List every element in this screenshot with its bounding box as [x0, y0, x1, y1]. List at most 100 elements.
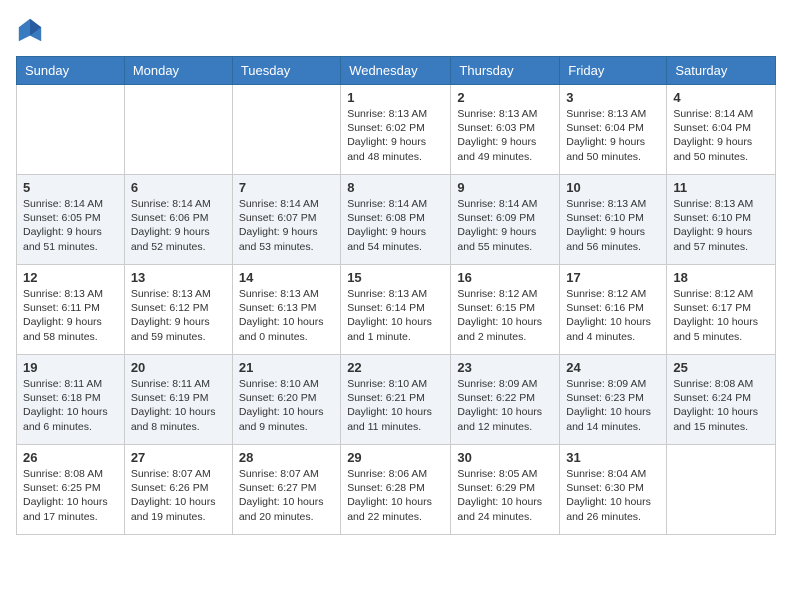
calendar-cell: 30 Sunrise: 8:05 AM Sunset: 6:29 PM Dayli… — [451, 445, 560, 535]
day-info: Sunrise: 8:13 AM Sunset: 6:12 PM Dayligh… — [131, 287, 226, 344]
day-info: Sunrise: 8:13 AM Sunset: 6:10 PM Dayligh… — [566, 197, 660, 254]
day-number: 3 — [566, 90, 660, 105]
day-number: 13 — [131, 270, 226, 285]
day-info: Sunrise: 8:05 AM Sunset: 6:29 PM Dayligh… — [457, 467, 553, 524]
day-number: 16 — [457, 270, 553, 285]
day-info: Sunrise: 8:11 AM Sunset: 6:18 PM Dayligh… — [23, 377, 118, 434]
calendar-cell: 24 Sunrise: 8:09 AM Sunset: 6:23 PM Dayli… — [560, 355, 667, 445]
logo — [16, 16, 48, 44]
day-info: Sunrise: 8:08 AM Sunset: 6:25 PM Dayligh… — [23, 467, 118, 524]
calendar-week-row: 5 Sunrise: 8:14 AM Sunset: 6:05 PM Daylig… — [17, 175, 776, 265]
day-number: 28 — [239, 450, 334, 465]
calendar-cell: 31 Sunrise: 8:04 AM Sunset: 6:30 PM Dayli… — [560, 445, 667, 535]
calendar-cell: 19 Sunrise: 8:11 AM Sunset: 6:18 PM Dayli… — [17, 355, 125, 445]
calendar-cell: 20 Sunrise: 8:11 AM Sunset: 6:19 PM Dayli… — [124, 355, 232, 445]
calendar-cell: 27Sunrise: 8:07 AM Sunset: 6:26 PM Dayli… — [124, 445, 232, 535]
day-info: Sunrise: 8:12 AM Sunset: 6:17 PM Dayligh… — [673, 287, 769, 344]
day-number: 30 — [457, 450, 553, 465]
day-number: 24 — [566, 360, 660, 375]
calendar-day-header: Monday — [124, 57, 232, 85]
day-number: 11 — [673, 180, 769, 195]
calendar-cell: 10 Sunrise: 8:13 AM Sunset: 6:10 PM Dayli… — [560, 175, 667, 265]
calendar-cell: 25 Sunrise: 8:08 AM Sunset: 6:24 PM Dayli… — [667, 355, 776, 445]
calendar-week-row: 1 Sunrise: 8:13 AM Sunset: 6:02 PM Daylig… — [17, 85, 776, 175]
day-number: 23 — [457, 360, 553, 375]
day-number: 5 — [23, 180, 118, 195]
day-info: Sunrise: 8:09 AM Sunset: 6:22 PM Dayligh… — [457, 377, 553, 434]
calendar-cell: 2Sunrise: 8:13 AM Sunset: 6:03 PM Daylig… — [451, 85, 560, 175]
calendar-cell: 7 Sunrise: 8:14 AM Sunset: 6:07 PM Daylig… — [232, 175, 340, 265]
calendar-cell: 29 Sunrise: 8:06 AM Sunset: 6:28 PM Dayli… — [341, 445, 451, 535]
day-info: Sunrise: 8:08 AM Sunset: 6:24 PM Dayligh… — [673, 377, 769, 434]
day-info: Sunrise: 8:04 AM Sunset: 6:30 PM Dayligh… — [566, 467, 660, 524]
calendar-cell: 3 Sunrise: 8:13 AM Sunset: 6:04 PM Daylig… — [560, 85, 667, 175]
day-number: 29 — [347, 450, 444, 465]
calendar-cell: 5 Sunrise: 8:14 AM Sunset: 6:05 PM Daylig… — [17, 175, 125, 265]
day-number: 19 — [23, 360, 118, 375]
calendar-cell: 28 Sunrise: 8:07 AM Sunset: 6:27 PM Dayli… — [232, 445, 340, 535]
calendar-cell: 18 Sunrise: 8:12 AM Sunset: 6:17 PM Dayli… — [667, 265, 776, 355]
calendar-cell: 9 Sunrise: 8:14 AM Sunset: 6:09 PM Daylig… — [451, 175, 560, 265]
day-info: Sunrise: 8:10 AM Sunset: 6:21 PM Dayligh… — [347, 377, 444, 434]
calendar-cell: 13 Sunrise: 8:13 AM Sunset: 6:12 PM Dayli… — [124, 265, 232, 355]
calendar-cell: 17 Sunrise: 8:12 AM Sunset: 6:16 PM Dayli… — [560, 265, 667, 355]
day-info: Sunrise: 8:11 AM Sunset: 6:19 PM Dayligh… — [131, 377, 226, 434]
day-number: 8 — [347, 180, 444, 195]
day-info: Sunrise: 8:14 AM Sunset: 6:05 PM Dayligh… — [23, 197, 118, 254]
day-info: Sunrise: 8:14 AM Sunset: 6:04 PM Dayligh… — [673, 107, 769, 164]
day-number: 14 — [239, 270, 334, 285]
day-number: 6 — [131, 180, 226, 195]
day-info: Sunrise: 8:13 AM Sunset: 6:04 PM Dayligh… — [566, 107, 660, 164]
day-number: 17 — [566, 270, 660, 285]
calendar-day-header: Sunday — [17, 57, 125, 85]
calendar-cell — [124, 85, 232, 175]
day-info: Sunrise: 8:13 AM Sunset: 6:13 PM Dayligh… — [239, 287, 334, 344]
day-info: Sunrise: 8:14 AM Sunset: 6:08 PM Dayligh… — [347, 197, 444, 254]
calendar-day-header: Friday — [560, 57, 667, 85]
calendar-day-header: Wednesday — [341, 57, 451, 85]
day-number: 31 — [566, 450, 660, 465]
calendar-cell: 22 Sunrise: 8:10 AM Sunset: 6:21 PM Dayli… — [341, 355, 451, 445]
calendar-cell: 12 Sunrise: 8:13 AM Sunset: 6:11 PM Dayli… — [17, 265, 125, 355]
calendar-cell: 26 Sunrise: 8:08 AM Sunset: 6:25 PM Dayli… — [17, 445, 125, 535]
day-number: 25 — [673, 360, 769, 375]
day-number: 9 — [457, 180, 553, 195]
calendar-cell: 4 Sunrise: 8:14 AM Sunset: 6:04 PM Daylig… — [667, 85, 776, 175]
day-info: Sunrise: 8:07 AM Sunset: 6:27 PM Dayligh… — [239, 467, 334, 524]
day-info: Sunrise: 8:12 AM Sunset: 6:16 PM Dayligh… — [566, 287, 660, 344]
day-number: 12 — [23, 270, 118, 285]
calendar-header-row: SundayMondayTuesdayWednesdayThursdayFrid… — [17, 57, 776, 85]
calendar-cell: 23 Sunrise: 8:09 AM Sunset: 6:22 PM Dayli… — [451, 355, 560, 445]
calendar-week-row: 26 Sunrise: 8:08 AM Sunset: 6:25 PM Dayli… — [17, 445, 776, 535]
calendar-cell: 1 Sunrise: 8:13 AM Sunset: 6:02 PM Daylig… — [341, 85, 451, 175]
calendar-week-row: 12 Sunrise: 8:13 AM Sunset: 6:11 PM Dayli… — [17, 265, 776, 355]
calendar-cell — [667, 445, 776, 535]
day-number: 20 — [131, 360, 226, 375]
calendar-day-header: Thursday — [451, 57, 560, 85]
calendar-day-header: Saturday — [667, 57, 776, 85]
day-number: 15 — [347, 270, 444, 285]
calendar-cell — [232, 85, 340, 175]
calendar-table: SundayMondayTuesdayWednesdayThursdayFrid… — [16, 56, 776, 535]
day-number: 2 — [457, 90, 553, 105]
day-info: Sunrise: 8:13 AM Sunset: 6:14 PM Dayligh… — [347, 287, 444, 344]
day-info: Sunrise: 8:07 AM Sunset: 6:26 PM Dayligh… — [131, 467, 226, 524]
day-info: Sunrise: 8:14 AM Sunset: 6:09 PM Dayligh… — [457, 197, 553, 254]
day-info: Sunrise: 8:09 AM Sunset: 6:23 PM Dayligh… — [566, 377, 660, 434]
day-info: Sunrise: 8:13 AM Sunset: 6:02 PM Dayligh… — [347, 107, 444, 164]
day-number: 1 — [347, 90, 444, 105]
day-number: 22 — [347, 360, 444, 375]
day-info: Sunrise: 8:06 AM Sunset: 6:28 PM Dayligh… — [347, 467, 444, 524]
day-number: 10 — [566, 180, 660, 195]
day-number: 7 — [239, 180, 334, 195]
day-info: Sunrise: 8:13 AM Sunset: 6:11 PM Dayligh… — [23, 287, 118, 344]
calendar-cell: 21Sunrise: 8:10 AM Sunset: 6:20 PM Dayli… — [232, 355, 340, 445]
calendar-cell — [17, 85, 125, 175]
calendar-cell: 11Sunrise: 8:13 AM Sunset: 6:10 PM Dayli… — [667, 175, 776, 265]
day-number: 26 — [23, 450, 118, 465]
day-info: Sunrise: 8:14 AM Sunset: 6:07 PM Dayligh… — [239, 197, 334, 254]
day-number: 18 — [673, 270, 769, 285]
logo-icon — [16, 16, 44, 44]
day-number: 4 — [673, 90, 769, 105]
calendar-cell: 14 Sunrise: 8:13 AM Sunset: 6:13 PM Dayli… — [232, 265, 340, 355]
